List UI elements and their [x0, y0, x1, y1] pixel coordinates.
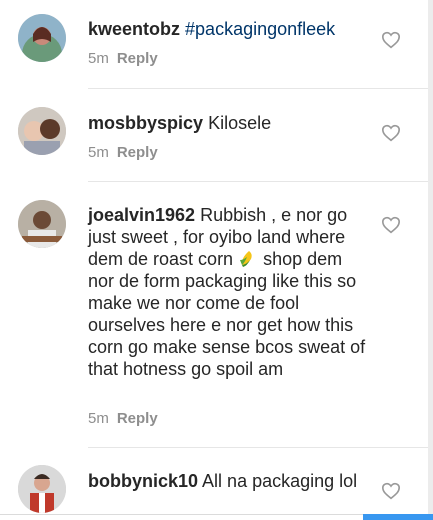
avatar[interactable] — [18, 14, 66, 62]
bottom-action-bar[interactable] — [363, 514, 433, 520]
comment-time: 5m — [88, 410, 109, 427]
heart-icon[interactable] — [381, 482, 401, 500]
scroll-edge — [428, 0, 433, 520]
reply-button[interactable]: Reply — [117, 50, 158, 67]
comment-username[interactable]: kweentobz — [88, 19, 180, 39]
comment-username[interactable]: mosbbyspicy — [88, 113, 203, 133]
comment-body: Kilosele — [208, 113, 272, 133]
comment-username[interactable]: bobbynick10 — [88, 471, 198, 491]
comment-item: joealvin1962 Rubbish , e nor go just swe… — [0, 182, 428, 448]
comment-meta: 5m Reply — [88, 50, 158, 67]
comment-time: 5m — [88, 144, 109, 161]
comment-body: All na packaging lol — [202, 471, 358, 491]
comment-item: bobbynick10 All na packaging lol — [0, 448, 428, 520]
avatar[interactable] — [18, 200, 66, 248]
reply-button[interactable]: Reply — [117, 144, 158, 161]
corn-emoji-icon — [240, 251, 252, 267]
comment-text: bobbynick10 All na packaging lol — [88, 470, 373, 492]
avatar[interactable] — [18, 107, 66, 155]
heart-icon[interactable] — [381, 31, 401, 49]
comment-username[interactable]: joealvin1962 — [88, 205, 195, 225]
comment-text: mosbbyspicy Kilosele — [88, 112, 373, 134]
comment-meta: 5m Reply — [88, 410, 158, 427]
comment-item: kweentobz #packagingonfleek 5m Reply — [0, 0, 428, 90]
avatar[interactable] — [18, 465, 66, 513]
heart-icon[interactable] — [381, 124, 401, 142]
comment-item: mosbbyspicy Kilosele 5m Reply — [0, 90, 428, 182]
comment-meta: 5m Reply — [88, 144, 158, 161]
reply-button[interactable]: Reply — [117, 410, 158, 427]
comment-text: joealvin1962 Rubbish , e nor go just swe… — [88, 204, 373, 380]
divider — [88, 88, 428, 89]
heart-icon[interactable] — [381, 216, 401, 234]
hashtag-link[interactable]: #packagingonfleek — [185, 19, 335, 39]
comment-text: kweentobz #packagingonfleek — [88, 18, 373, 40]
comment-time: 5m — [88, 50, 109, 67]
